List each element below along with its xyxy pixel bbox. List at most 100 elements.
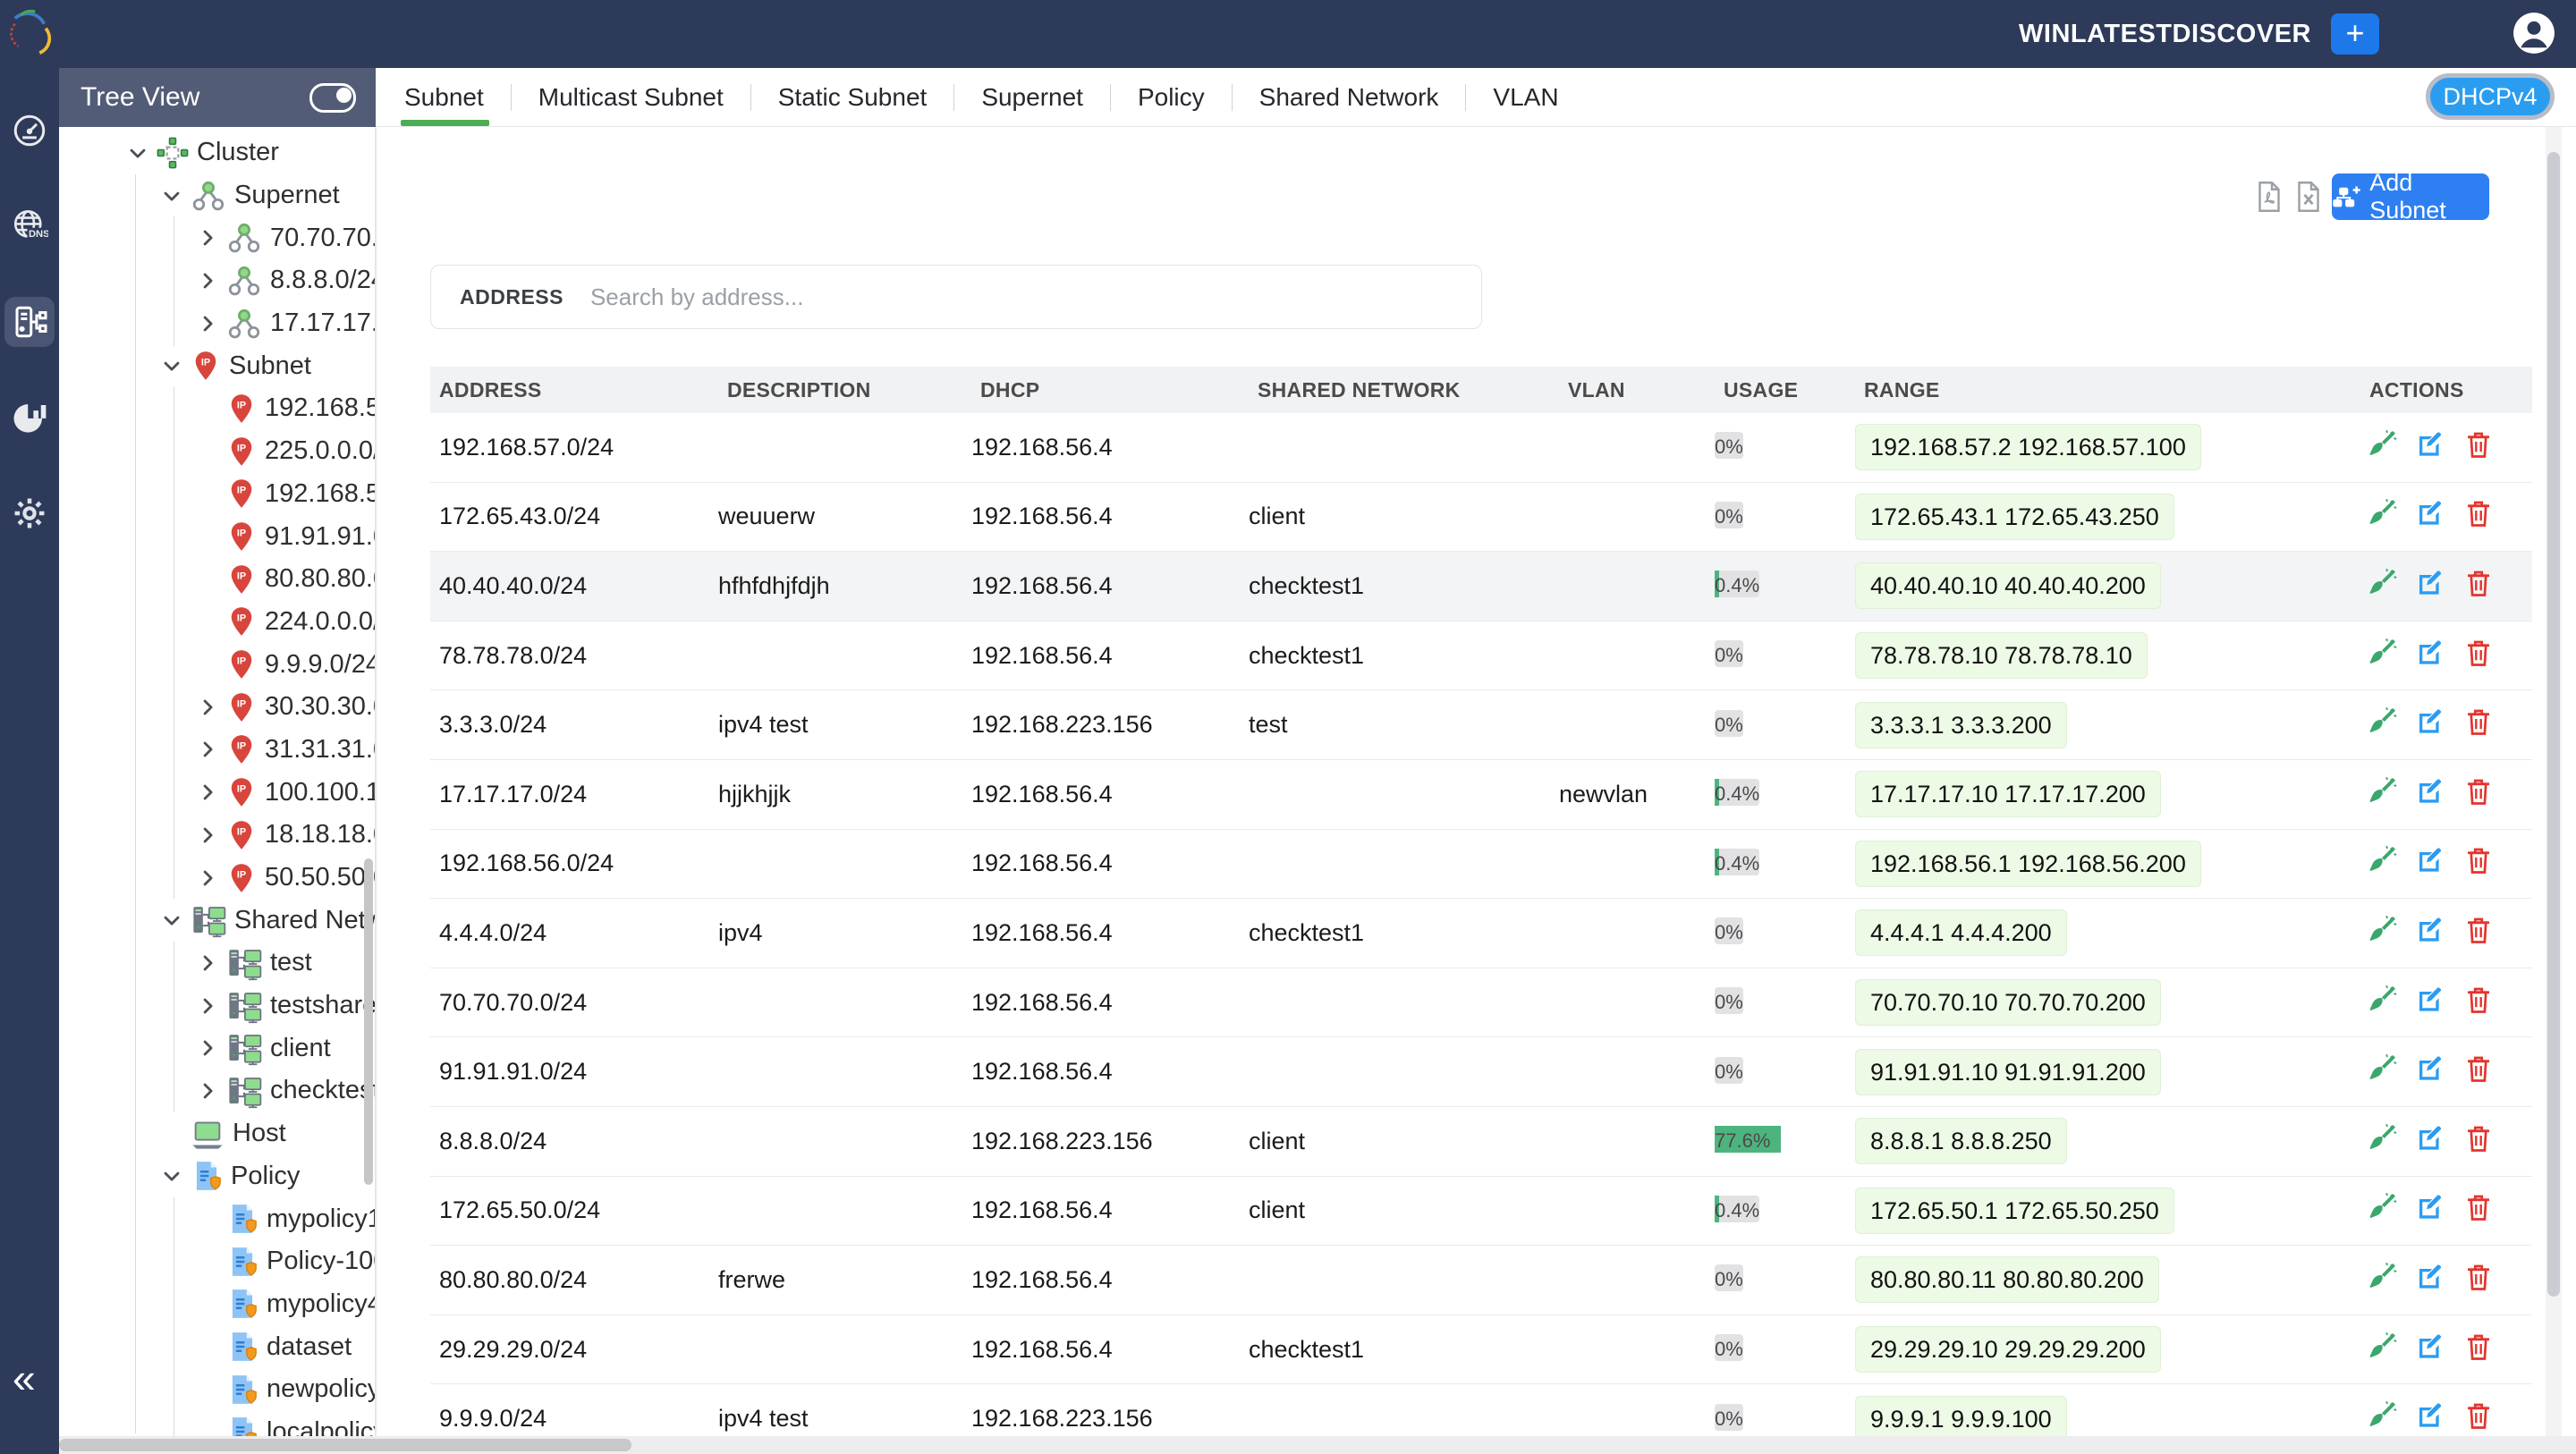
- chevron-right-icon[interactable]: [195, 736, 225, 763]
- chevron-right-icon[interactable]: [195, 993, 225, 1019]
- edit-icon[interactable]: [2414, 1261, 2446, 1299]
- tab-shared-network[interactable]: Shared Network: [1259, 83, 1439, 112]
- vertical-scrollbar[interactable]: [2546, 127, 2562, 1436]
- dhcpv4-protocol-badge[interactable]: DHCPv4: [2426, 73, 2555, 120]
- delete-trash-icon[interactable]: [2462, 775, 2495, 814]
- tree-item-91-91-91-0-24[interactable]: IP91.91.91.0/24: [59, 515, 375, 558]
- delete-trash-icon[interactable]: [2462, 706, 2495, 744]
- chevron-right-icon[interactable]: [195, 694, 225, 721]
- vertical-scrollbar-thumb[interactable]: [2547, 152, 2560, 1297]
- clean-broom-icon[interactable]: [2366, 844, 2398, 883]
- clean-broom-icon[interactable]: [2366, 1399, 2398, 1438]
- tab-policy[interactable]: Policy: [1138, 83, 1205, 112]
- chevron-down-icon[interactable]: [159, 1162, 190, 1189]
- edit-icon[interactable]: [2414, 497, 2446, 536]
- tree-item-80-80-80-0-24[interactable]: IP80.80.80.0/24: [59, 558, 375, 601]
- clean-broom-icon[interactable]: [2366, 1261, 2398, 1299]
- delete-trash-icon[interactable]: [2462, 637, 2495, 675]
- chevron-down-icon[interactable]: [159, 182, 190, 209]
- chevron-right-icon[interactable]: [195, 779, 225, 806]
- tree-item-31-31-31-0-24[interactable]: IP31.31.31.0/24: [59, 729, 375, 772]
- delete-trash-icon[interactable]: [2462, 1261, 2495, 1299]
- tree-item-supernet[interactable]: Supernet: [59, 174, 375, 217]
- chevron-right-icon[interactable]: [195, 224, 225, 251]
- tree-item-policy[interactable]: Policy: [59, 1155, 375, 1198]
- edit-icon[interactable]: [2414, 844, 2446, 883]
- horizontal-scrollbar-thumb[interactable]: [59, 1439, 631, 1451]
- address-search-input[interactable]: [589, 283, 1481, 312]
- tree-item-70-70-70-0-24[interactable]: 70.70.70.0/24: [59, 216, 375, 259]
- clean-broom-icon[interactable]: [2366, 1122, 2398, 1161]
- tree-item-8-8-8-0-24[interactable]: 8.8.8.0/24: [59, 259, 375, 302]
- dashboard-icon[interactable]: [4, 106, 55, 156]
- tree-item-test[interactable]: test: [59, 942, 375, 985]
- ipam-icon[interactable]: [4, 297, 55, 347]
- edit-icon[interactable]: [2414, 1122, 2446, 1161]
- dns-icon[interactable]: DNS: [4, 201, 55, 251]
- tab-subnet[interactable]: Subnet: [404, 83, 484, 112]
- chevron-right-icon[interactable]: [195, 1035, 225, 1061]
- add-server-button[interactable]: +: [2331, 13, 2379, 55]
- excel-export-icon[interactable]: [2292, 177, 2325, 216]
- clean-broom-icon[interactable]: [2366, 637, 2398, 675]
- chevron-right-icon[interactable]: [195, 310, 225, 337]
- tree-item-192-168-56-0-24[interactable]: IP192.168.56.0/24: [59, 473, 375, 516]
- tree-item-dataset[interactable]: dataset: [59, 1325, 375, 1368]
- delete-trash-icon[interactable]: [2462, 497, 2495, 536]
- clean-broom-icon[interactable]: [2366, 706, 2398, 744]
- tree-item-30-30-30-0-24[interactable]: IP30.30.30.0/24: [59, 686, 375, 729]
- delete-trash-icon[interactable]: [2462, 1191, 2495, 1230]
- tree-item-client[interactable]: client: [59, 1027, 375, 1069]
- tree-item-192-168-57-0-24[interactable]: IP192.168.57.0/24: [59, 387, 375, 430]
- tree-item-subnet[interactable]: IPSubnet: [59, 344, 375, 387]
- user-avatar-icon[interactable]: [2512, 11, 2556, 55]
- tab-multicast-subnet[interactable]: Multicast Subnet: [538, 83, 724, 112]
- clean-broom-icon[interactable]: [2366, 984, 2398, 1022]
- edit-icon[interactable]: [2414, 428, 2446, 467]
- tab-static-subnet[interactable]: Static Subnet: [778, 83, 928, 112]
- tree-item-17-17-17-0-24[interactable]: 17.17.17.0/24: [59, 302, 375, 345]
- delete-trash-icon[interactable]: [2462, 1122, 2495, 1161]
- tree-item-mypolicy1[interactable]: mypolicy1: [59, 1197, 375, 1240]
- edit-icon[interactable]: [2414, 637, 2446, 675]
- clean-broom-icon[interactable]: [2366, 1331, 2398, 1369]
- tree-item-checktest1[interactable]: checktest1: [59, 1069, 375, 1112]
- edit-icon[interactable]: [2414, 984, 2446, 1022]
- tree-item-224-0-0-0-24-multic[interactable]: IP224.0.0.0/24(Multic: [59, 601, 375, 644]
- clean-broom-icon[interactable]: [2366, 567, 2398, 605]
- tree-item-policy-100[interactable]: Policy-100: [59, 1240, 375, 1283]
- chevron-right-icon[interactable]: [195, 1078, 225, 1104]
- tree-item-host[interactable]: Host: [59, 1112, 375, 1155]
- edit-icon[interactable]: [2414, 1191, 2446, 1230]
- edit-icon[interactable]: [2414, 706, 2446, 744]
- add-subnet-button[interactable]: Add Subnet: [2332, 173, 2489, 220]
- chevron-down-icon[interactable]: [125, 139, 156, 166]
- app-logo-icon[interactable]: [7, 7, 52, 59]
- delete-trash-icon[interactable]: [2462, 1399, 2495, 1438]
- clean-broom-icon[interactable]: [2366, 1052, 2398, 1091]
- tab-vlan[interactable]: VLAN: [1493, 83, 1558, 112]
- chevron-right-icon[interactable]: [195, 822, 225, 849]
- delete-trash-icon[interactable]: [2462, 428, 2495, 467]
- edit-icon[interactable]: [2414, 775, 2446, 814]
- tree-scrollbar[interactable]: [364, 858, 373, 1185]
- clean-broom-icon[interactable]: [2366, 1191, 2398, 1230]
- tree-item-mypolicy4[interactable]: mypolicy4: [59, 1283, 375, 1326]
- tree-item-testshared[interactable]: testshared: [59, 985, 375, 1027]
- delete-trash-icon[interactable]: [2462, 1052, 2495, 1091]
- edit-icon[interactable]: [2414, 567, 2446, 605]
- chevron-right-icon[interactable]: [195, 267, 225, 294]
- edit-icon[interactable]: [2414, 1399, 2446, 1438]
- tree-item-225-0-0-0-24-multic[interactable]: IP225.0.0.0/24(Multic: [59, 430, 375, 473]
- delete-trash-icon[interactable]: [2462, 844, 2495, 883]
- clean-broom-icon[interactable]: [2366, 914, 2398, 952]
- tab-supernet[interactable]: Supernet: [981, 83, 1083, 112]
- collapse-sidebar-icon[interactable]: «: [13, 1357, 36, 1399]
- clean-broom-icon[interactable]: [2366, 428, 2398, 467]
- reports-icon[interactable]: [4, 393, 55, 443]
- delete-trash-icon[interactable]: [2462, 567, 2495, 605]
- tree-item-50-50-50-0-24[interactable]: IP50.50.50.0/24: [59, 857, 375, 900]
- clean-broom-icon[interactable]: [2366, 497, 2398, 536]
- edit-icon[interactable]: [2414, 1052, 2446, 1091]
- tree-view-toggle[interactable]: [309, 83, 356, 113]
